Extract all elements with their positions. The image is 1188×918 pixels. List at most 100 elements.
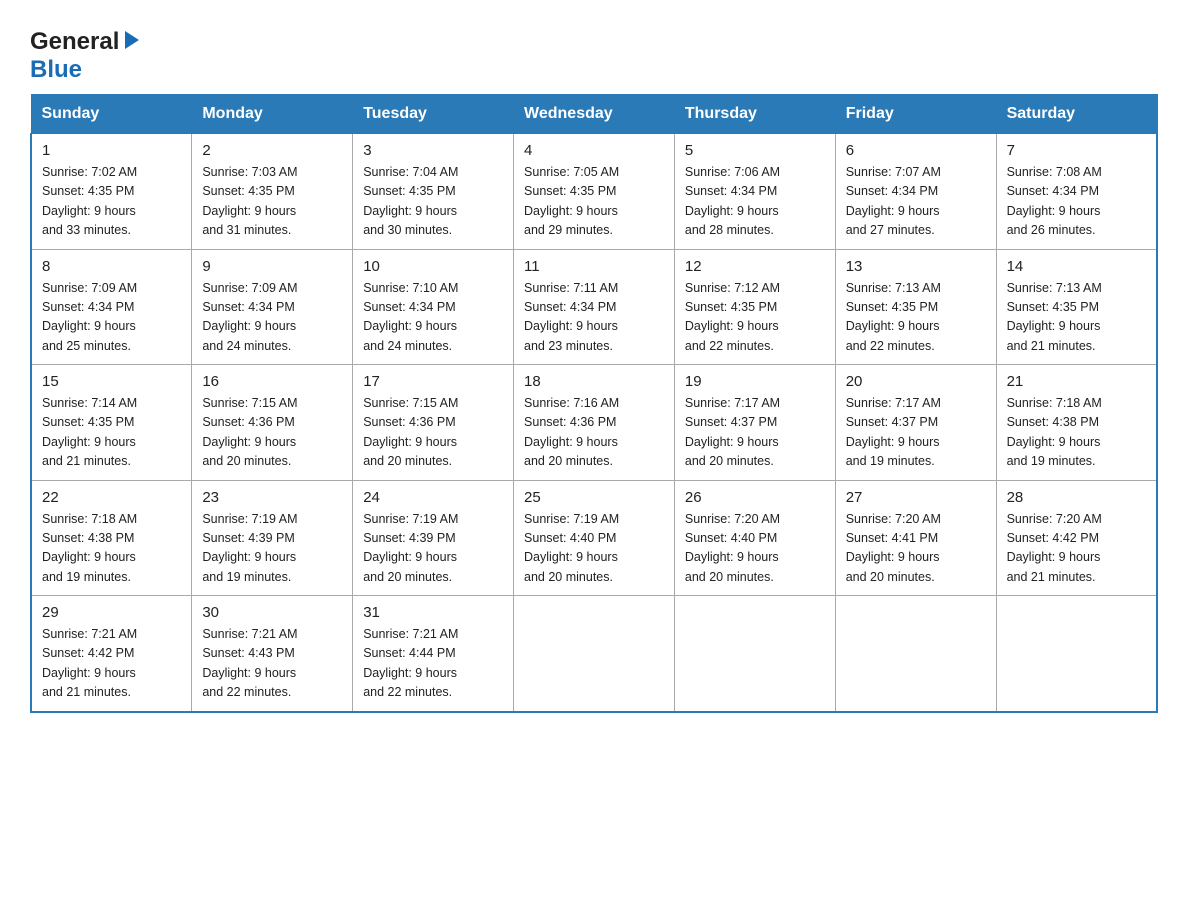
day-cell-27: 27 Sunrise: 7:20 AMSunset: 4:41 PMDayligh… (835, 480, 996, 596)
day-number: 7 (1007, 142, 1146, 159)
day-number: 5 (685, 142, 825, 159)
day-number: 11 (524, 258, 664, 275)
day-number: 26 (685, 489, 825, 506)
day-number: 3 (363, 142, 503, 159)
day-number: 14 (1007, 258, 1146, 275)
day-number: 1 (42, 142, 181, 159)
day-cell-23: 23Sunrise: 7:19 AMSunset: 4:39 PMDayligh… (192, 480, 353, 596)
empty-cell (674, 596, 835, 712)
day-number: 15 (42, 373, 181, 390)
day-number: 12 (685, 258, 825, 275)
day-info: Sunrise: 7:21 AMSunset: 4:43 PMDaylight:… (202, 625, 342, 703)
week-row-5: 29 Sunrise: 7:21 AMSunset: 4:42 PMDayligh… (31, 596, 1157, 712)
day-number: 27 (846, 489, 986, 506)
day-info: Sunrise: 7:08 AMSunset: 4:34 PMDaylight:… (1007, 163, 1146, 241)
day-info: Sunrise: 7:13 AMSunset: 4:35 PMDaylight:… (1007, 279, 1146, 357)
calendar-table: SundayMondayTuesdayWednesdayThursdayFrid… (30, 94, 1158, 713)
day-cell-6: 6 Sunrise: 7:07 AMSunset: 4:34 PMDaylight… (835, 134, 996, 250)
day-info: Sunrise: 7:21 AMSunset: 4:42 PMDaylight:… (42, 625, 181, 703)
day-number: 6 (846, 142, 986, 159)
day-number: 24 (363, 489, 503, 506)
day-cell-26: 26 Sunrise: 7:20 AMSunset: 4:40 PMDayligh… (674, 480, 835, 596)
day-number: 25 (524, 489, 664, 506)
day-info: Sunrise: 7:02 AMSunset: 4:35 PMDaylight:… (42, 163, 181, 241)
day-number: 17 (363, 373, 503, 390)
day-info: Sunrise: 7:06 AMSunset: 4:34 PMDaylight:… (685, 163, 825, 241)
day-cell-13: 13 Sunrise: 7:13 AMSunset: 4:35 PMDayligh… (835, 249, 996, 365)
day-cell-14: 14 Sunrise: 7:13 AMSunset: 4:35 PMDayligh… (996, 249, 1157, 365)
day-cell-16: 16 Sunrise: 7:15 AMSunset: 4:36 PMDayligh… (192, 365, 353, 481)
day-info: Sunrise: 7:14 AMSunset: 4:35 PMDaylight:… (42, 394, 181, 472)
day-cell-1: 1 Sunrise: 7:02 AMSunset: 4:35 PMDaylight… (31, 134, 192, 250)
weekday-header-tuesday: Tuesday (353, 95, 514, 134)
weekday-header-monday: Monday (192, 95, 353, 134)
logo-blue-text: Blue (30, 56, 82, 84)
day-cell-2: 2Sunrise: 7:03 AMSunset: 4:35 PMDaylight… (192, 134, 353, 250)
week-row-1: 1 Sunrise: 7:02 AMSunset: 4:35 PMDaylight… (31, 134, 1157, 250)
day-info: Sunrise: 7:19 AMSunset: 4:39 PMDaylight:… (363, 510, 503, 588)
day-info: Sunrise: 7:15 AMSunset: 4:36 PMDaylight:… (202, 394, 342, 472)
logo-arrow-icon (121, 29, 143, 51)
day-info: Sunrise: 7:15 AMSunset: 4:36 PMDaylight:… (363, 394, 503, 472)
day-info: Sunrise: 7:07 AMSunset: 4:34 PMDaylight:… (846, 163, 986, 241)
day-cell-11: 11 Sunrise: 7:11 AMSunset: 4:34 PMDayligh… (514, 249, 675, 365)
day-info: Sunrise: 7:11 AMSunset: 4:34 PMDaylight:… (524, 279, 664, 357)
day-number: 31 (363, 604, 503, 621)
day-cell-28: 28 Sunrise: 7:20 AMSunset: 4:42 PMDayligh… (996, 480, 1157, 596)
day-number: 19 (685, 373, 825, 390)
weekday-header-thursday: Thursday (674, 95, 835, 134)
day-cell-9: 9 Sunrise: 7:09 AMSunset: 4:34 PMDaylight… (192, 249, 353, 365)
empty-cell (514, 596, 675, 712)
day-number: 9 (202, 258, 342, 275)
weekday-header-saturday: Saturday (996, 95, 1157, 134)
day-cell-12: 12 Sunrise: 7:12 AMSunset: 4:35 PMDayligh… (674, 249, 835, 365)
day-info: Sunrise: 7:20 AMSunset: 4:42 PMDaylight:… (1007, 510, 1146, 588)
logo-general-text: General (30, 28, 119, 56)
day-info: Sunrise: 7:03 AMSunset: 4:35 PMDaylight:… (202, 163, 342, 241)
week-row-2: 8Sunrise: 7:09 AMSunset: 4:34 PMDaylight… (31, 249, 1157, 365)
week-row-4: 22Sunrise: 7:18 AMSunset: 4:38 PMDayligh… (31, 480, 1157, 596)
day-cell-10: 10Sunrise: 7:10 AMSunset: 4:34 PMDayligh… (353, 249, 514, 365)
day-number: 30 (202, 604, 342, 621)
day-number: 22 (42, 489, 181, 506)
day-info: Sunrise: 7:04 AMSunset: 4:35 PMDaylight:… (363, 163, 503, 241)
day-info: Sunrise: 7:12 AMSunset: 4:35 PMDaylight:… (685, 279, 825, 357)
day-cell-18: 18Sunrise: 7:16 AMSunset: 4:36 PMDayligh… (514, 365, 675, 481)
day-info: Sunrise: 7:20 AMSunset: 4:40 PMDaylight:… (685, 510, 825, 588)
day-cell-20: 20Sunrise: 7:17 AMSunset: 4:37 PMDayligh… (835, 365, 996, 481)
day-info: Sunrise: 7:16 AMSunset: 4:36 PMDaylight:… (524, 394, 664, 472)
day-cell-4: 4 Sunrise: 7:05 AMSunset: 4:35 PMDaylight… (514, 134, 675, 250)
day-cell-3: 3 Sunrise: 7:04 AMSunset: 4:35 PMDaylight… (353, 134, 514, 250)
day-cell-29: 29 Sunrise: 7:21 AMSunset: 4:42 PMDayligh… (31, 596, 192, 712)
day-info: Sunrise: 7:13 AMSunset: 4:35 PMDaylight:… (846, 279, 986, 357)
day-number: 13 (846, 258, 986, 275)
day-cell-19: 19Sunrise: 7:17 AMSunset: 4:37 PMDayligh… (674, 365, 835, 481)
day-info: Sunrise: 7:19 AMSunset: 4:40 PMDaylight:… (524, 510, 664, 588)
day-info: Sunrise: 7:17 AMSunset: 4:37 PMDaylight:… (846, 394, 986, 472)
day-info: Sunrise: 7:09 AMSunset: 4:34 PMDaylight:… (42, 279, 181, 357)
page-header: General Blue (30, 20, 1158, 84)
day-cell-24: 24 Sunrise: 7:19 AMSunset: 4:39 PMDayligh… (353, 480, 514, 596)
day-info: Sunrise: 7:21 AMSunset: 4:44 PMDaylight:… (363, 625, 503, 703)
empty-cell (996, 596, 1157, 712)
empty-cell (835, 596, 996, 712)
weekday-header-wednesday: Wednesday (514, 95, 675, 134)
week-row-3: 15 Sunrise: 7:14 AMSunset: 4:35 PMDayligh… (31, 365, 1157, 481)
day-cell-8: 8Sunrise: 7:09 AMSunset: 4:34 PMDaylight… (31, 249, 192, 365)
day-cell-22: 22Sunrise: 7:18 AMSunset: 4:38 PMDayligh… (31, 480, 192, 596)
weekday-header-friday: Friday (835, 95, 996, 134)
day-number: 4 (524, 142, 664, 159)
weekday-header-sunday: Sunday (31, 95, 192, 134)
day-cell-31: 31 Sunrise: 7:21 AMSunset: 4:44 PMDayligh… (353, 596, 514, 712)
day-info: Sunrise: 7:05 AMSunset: 4:35 PMDaylight:… (524, 163, 664, 241)
day-number: 16 (202, 373, 342, 390)
day-info: Sunrise: 7:20 AMSunset: 4:41 PMDaylight:… (846, 510, 986, 588)
day-number: 28 (1007, 489, 1146, 506)
day-number: 23 (202, 489, 342, 506)
weekday-header-row: SundayMondayTuesdayWednesdayThursdayFrid… (31, 95, 1157, 134)
day-number: 29 (42, 604, 181, 621)
day-cell-15: 15 Sunrise: 7:14 AMSunset: 4:35 PMDayligh… (31, 365, 192, 481)
day-cell-7: 7 Sunrise: 7:08 AMSunset: 4:34 PMDaylight… (996, 134, 1157, 250)
day-cell-30: 30 Sunrise: 7:21 AMSunset: 4:43 PMDayligh… (192, 596, 353, 712)
day-info: Sunrise: 7:09 AMSunset: 4:34 PMDaylight:… (202, 279, 342, 357)
